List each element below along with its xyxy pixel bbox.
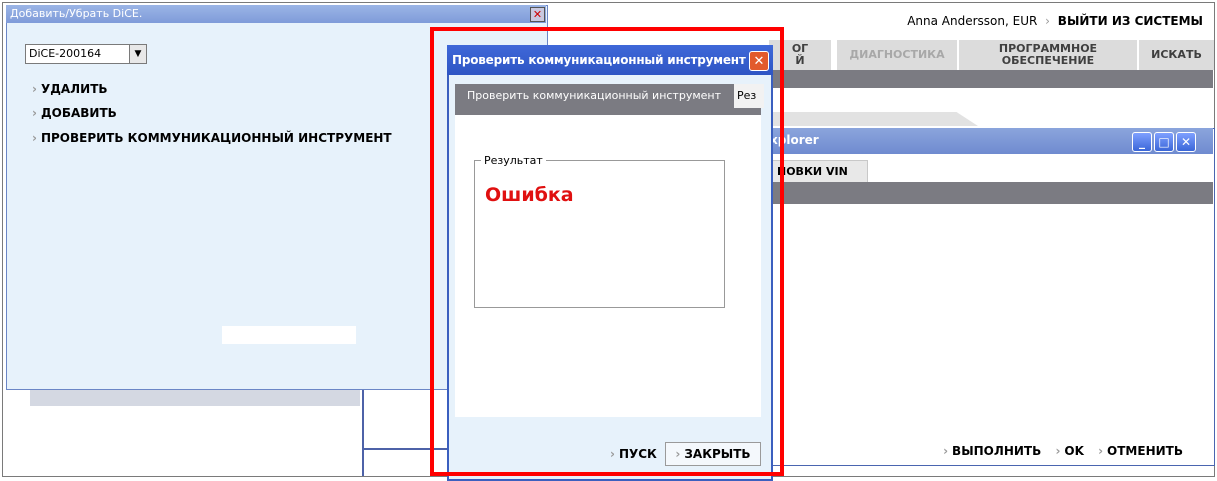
menu-item-delete[interactable]: › УДАЛИТЬ [32,82,108,96]
menu-item-check-tool[interactable]: › ПРОВЕРИТЬ КОММУНИКАЦИОННЫЙ ИНСТРУМЕНТ [32,131,392,145]
menu-item-label: УДАЛИТЬ [40,82,108,96]
cancel-button[interactable]: ОТМЕНИТЬ [1107,444,1183,458]
close-icon[interactable]: ✕ [530,7,545,22]
chevron-right-icon: › [1098,444,1104,458]
menu-item-label: ПРОВЕРИТЬ КОММУНИКАЦИОННЫЙ ИНСТРУМЕНТ [40,131,392,145]
user-name: Anna Andersson, EUR [907,14,1038,28]
user-info: Anna Andersson, EUR › ВЫЙТИ ИЗ СИСТЕМЫ [907,14,1203,28]
menu-item-add[interactable]: › ДОБАВИТЬ [32,106,117,120]
chevron-right-icon: › [32,131,37,145]
device-select[interactable]: DiCE-200164 ▼ [25,44,147,64]
status-bar [222,326,356,344]
chevron-right-icon: › [32,82,37,96]
maximize-icon[interactable]: □ [1154,132,1174,152]
window-border [362,390,364,476]
tab-software[interactable]: ПРОГРАММНОЕ ОБЕСПЕЧЕНИЕ [958,40,1137,70]
menu-item-label: ДОБАВИТЬ [40,106,117,120]
device-select-value: DiCE-200164 [29,47,102,60]
minimize-icon[interactable]: _ [1132,132,1152,152]
dice-window-titlebar[interactable]: Добавить/Убрать DiCE. [6,5,546,23]
execute-button[interactable]: ВЫПОЛНИТЬ [952,444,1041,458]
chevron-right-icon: › [1045,14,1050,28]
ok-button[interactable]: OK [1064,444,1084,458]
explorer-footer-actions: › ВЫПОЛНИТЬ › OK › ОТМЕНИТЬ [933,444,1183,458]
tab-diagnostics[interactable]: ДИАГНОСТИКА [836,40,957,70]
explorer-titlebar[interactable]: xplorer _ □ ✕ [760,128,1213,154]
chevron-right-icon: › [943,444,949,458]
explorer-tab-strip [760,182,1213,204]
close-icon[interactable]: ✕ [1176,132,1196,152]
chevron-down-icon[interactable]: ▼ [129,45,146,63]
dice-window-title: Добавить/Убрать DiCE. [10,7,143,20]
explorer-tab-vin[interactable]: НОВКИ VIN [772,160,868,184]
left-window-shadow [30,388,360,406]
highlight-box [430,27,784,476]
logout-link[interactable]: ВЫЙТИ ИЗ СИСТЕМЫ [1058,14,1203,28]
chevron-right-icon: › [1055,444,1061,458]
tab-search[interactable]: ИСКАТЬ [1138,40,1214,70]
chevron-right-icon: › [32,106,37,120]
